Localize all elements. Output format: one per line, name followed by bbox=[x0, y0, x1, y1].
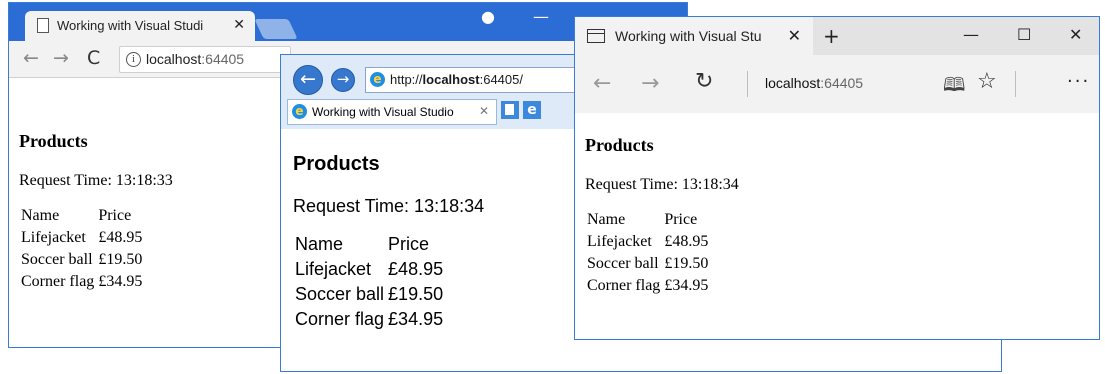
ie-logo-icon: e bbox=[292, 104, 307, 119]
address-bar[interactable]: localhost:64405 bbox=[765, 75, 863, 91]
back-icon[interactable]: ← bbox=[293, 65, 323, 95]
minimize-button[interactable]: — bbox=[963, 25, 979, 44]
table-row: Soccer ball £19.50 bbox=[585, 254, 710, 276]
chrome-tab-title: Working with Visual Studi bbox=[57, 18, 204, 33]
minimize-button[interactable]: — bbox=[533, 7, 549, 26]
table-header-row: Name Price bbox=[585, 210, 710, 232]
product-name: Soccer ball bbox=[21, 251, 93, 268]
edge-tab[interactable]: Working with Visual Stu ✕ bbox=[575, 17, 813, 55]
product-price: £19.50 bbox=[388, 284, 444, 304]
product-name: Soccer ball bbox=[587, 255, 659, 272]
request-time: Request Time: 13:18:33 bbox=[19, 172, 173, 189]
product-price: £19.50 bbox=[664, 255, 709, 272]
products-table: Name Price Lifejacket £48.95 Soccer ball… bbox=[585, 210, 710, 298]
edge-toolbar: ← → ↻ localhost:64405 🕮 ☆ ··· bbox=[575, 55, 1099, 113]
table-header-row: Name Price bbox=[19, 206, 144, 228]
page-title: Products bbox=[585, 135, 654, 155]
page-content: Products Request Time: 13:18:33 Name Pri… bbox=[19, 131, 173, 294]
close-window-button[interactable]: ✕ bbox=[1069, 25, 1082, 44]
product-name: Corner flag bbox=[295, 309, 385, 329]
ie-logo-icon[interactable]: e bbox=[523, 101, 541, 119]
product-price: £34.95 bbox=[98, 273, 143, 290]
table-row: Soccer ball £19.50 bbox=[293, 283, 445, 308]
forward-icon[interactable]: → bbox=[53, 47, 69, 69]
close-tab-icon[interactable]: ✕ bbox=[788, 26, 801, 46]
edge-tab-title: Working with Visual Stu bbox=[615, 28, 762, 44]
column-header-price: Price bbox=[388, 234, 430, 254]
close-tab-icon[interactable]: ✕ bbox=[233, 16, 245, 33]
close-tab-icon[interactable]: ✕ bbox=[479, 104, 489, 118]
column-header-price: Price bbox=[664, 211, 698, 228]
back-icon[interactable]: ← bbox=[23, 47, 39, 69]
edge-titlebar: Working with Visual Stu ✕ + — ☐ ✕ bbox=[575, 17, 1099, 55]
product-price: £19.50 bbox=[98, 251, 143, 268]
product-price: £34.95 bbox=[388, 309, 444, 329]
new-tab-button[interactable] bbox=[501, 101, 519, 119]
column-header-name: Name bbox=[21, 207, 60, 224]
product-price: £48.95 bbox=[98, 229, 143, 246]
request-time: Request Time: 13:18:34 bbox=[585, 176, 739, 193]
forward-icon[interactable]: → bbox=[641, 71, 659, 96]
reload-icon[interactable]: C bbox=[87, 47, 100, 69]
product-name: Lifejacket bbox=[295, 259, 372, 279]
page-icon bbox=[37, 18, 49, 33]
favorite-star-icon[interactable]: ☆ bbox=[977, 69, 997, 94]
chrome-tab[interactable]: Working with Visual Studi ✕ bbox=[25, 11, 255, 41]
edge-window: Working with Visual Stu ✕ + — ☐ ✕ ← → ↻ … bbox=[574, 16, 1100, 340]
product-name: Corner flag bbox=[587, 277, 661, 294]
reading-view-icon[interactable]: 🕮 bbox=[943, 71, 965, 103]
products-table: Name Price Lifejacket £48.95 Soccer ball… bbox=[293, 233, 445, 333]
new-tab-button[interactable] bbox=[254, 19, 298, 39]
page-title: Products bbox=[19, 131, 88, 151]
page-content: Products Request Time: 13:18:34 Name Pri… bbox=[585, 135, 739, 298]
product-price: £34.95 bbox=[664, 277, 709, 294]
page-title: Products bbox=[293, 153, 380, 175]
ie-tab-title: Working with Visual Studio bbox=[312, 105, 454, 119]
ie-logo-icon: e bbox=[370, 72, 385, 87]
new-tab-icon[interactable]: + bbox=[823, 24, 840, 48]
toolbar-divider bbox=[747, 71, 748, 97]
refresh-icon[interactable]: ↻ bbox=[695, 69, 713, 94]
table-row: Corner flag £34.95 bbox=[19, 272, 144, 294]
product-price: £48.95 bbox=[388, 259, 444, 279]
url-text: localhost:64405 bbox=[146, 51, 245, 67]
product-name: Soccer ball bbox=[295, 284, 385, 304]
column-header-price: Price bbox=[98, 207, 132, 224]
address-bar[interactable]: i localhost:64405 bbox=[119, 46, 291, 73]
address-bar[interactable]: e http://localhost:64405/ bbox=[365, 67, 585, 93]
info-icon[interactable]: i bbox=[126, 52, 141, 67]
forward-icon[interactable]: → bbox=[331, 68, 355, 92]
table-row: Corner flag £34.95 bbox=[585, 276, 710, 298]
maximize-button[interactable]: ☐ bbox=[1017, 25, 1031, 44]
column-header-name: Name bbox=[295, 234, 344, 254]
tab-page-icon bbox=[587, 29, 605, 43]
table-row: Lifejacket £48.95 bbox=[19, 228, 144, 250]
url-text: http://localhost:64405/ bbox=[390, 72, 523, 87]
table-row: Corner flag £34.95 bbox=[293, 308, 445, 333]
table-row: Lifejacket £48.95 bbox=[293, 258, 445, 283]
product-name: Lifejacket bbox=[587, 233, 652, 250]
page-content: Products Request Time: 13:18:34 Name Pri… bbox=[293, 153, 484, 333]
product-name: Corner flag bbox=[21, 273, 95, 290]
products-table: Name Price Lifejacket £48.95 Soccer ball… bbox=[19, 206, 144, 294]
toolbar-divider bbox=[1015, 71, 1016, 97]
product-price: £48.95 bbox=[664, 233, 709, 250]
table-row: Lifejacket £48.95 bbox=[585, 232, 710, 254]
product-name: Lifejacket bbox=[21, 229, 86, 246]
more-icon[interactable]: ··· bbox=[1067, 71, 1090, 92]
ie-tab[interactable]: e Working with Visual Studio ✕ bbox=[287, 99, 497, 125]
table-row: Soccer ball £19.50 bbox=[19, 250, 144, 272]
column-header-name: Name bbox=[587, 211, 626, 228]
back-icon[interactable]: ← bbox=[593, 71, 611, 96]
table-header-row: Name Price bbox=[293, 233, 445, 258]
profile-icon[interactable]: ● bbox=[481, 7, 495, 26]
request-time: Request Time: 13:18:34 bbox=[293, 196, 485, 216]
